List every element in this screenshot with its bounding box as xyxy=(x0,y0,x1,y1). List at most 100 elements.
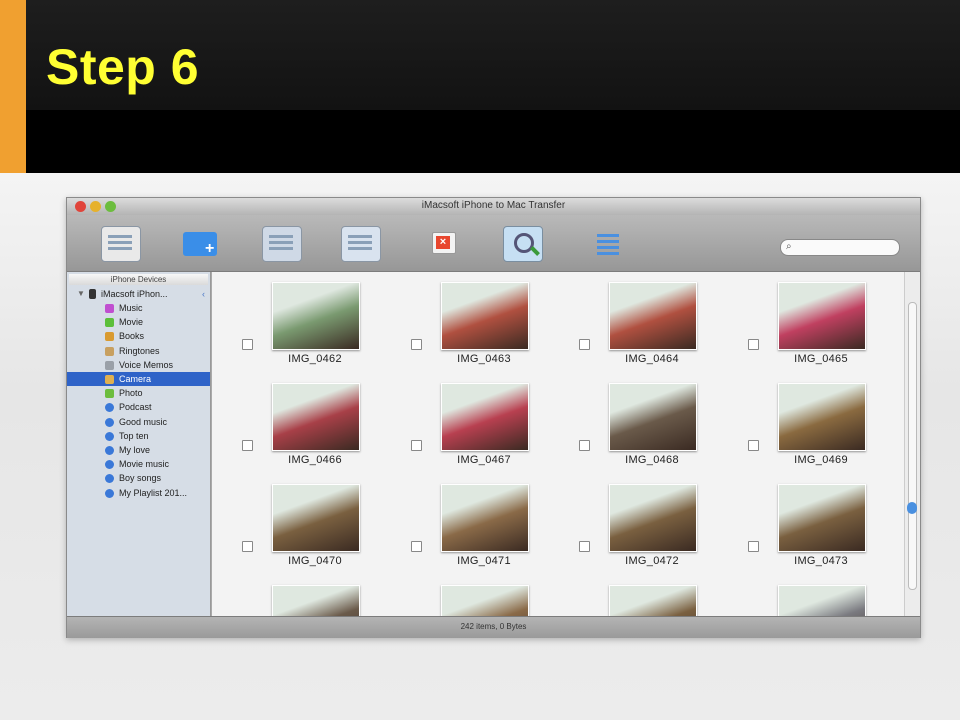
photo-item[interactable]: IMG_0469 xyxy=(748,377,868,472)
photo-item[interactable]: IMG_0467 xyxy=(411,377,531,472)
photo-checkbox[interactable] xyxy=(242,440,253,451)
photo-checkbox[interactable] xyxy=(411,440,422,451)
photo-thumbnail[interactable] xyxy=(441,484,529,552)
sidebar-item-label: Boy songs xyxy=(119,473,162,484)
photo-item[interactable]: IMG_0466 xyxy=(242,377,362,472)
photo-checkbox[interactable] xyxy=(579,440,590,451)
sidebar-item[interactable]: Camera xyxy=(67,372,210,386)
export-to-mac-icon[interactable] xyxy=(262,226,302,262)
scrollbar-thumb[interactable] xyxy=(907,502,917,514)
app-window: iMacsoft iPhone to Mac Transfer ⌕ + × iPh… xyxy=(66,197,921,638)
photo-filename: IMG_0466 xyxy=(288,454,342,466)
photo-item[interactable]: IMG_0464 xyxy=(579,276,699,371)
scrollbar[interactable] xyxy=(904,272,920,616)
photo-checkbox[interactable] xyxy=(242,541,253,552)
sidebar: iPhone Devices ▼ iMacsoft iPhon... ‹ Mus… xyxy=(67,272,211,616)
photo-item[interactable]: IMG_0465 xyxy=(748,276,868,371)
photo-filename: IMG_0473 xyxy=(794,555,848,567)
photo-item[interactable] xyxy=(579,579,699,616)
sidebar-item[interactable]: Podcast xyxy=(67,400,210,414)
photo-thumbnail[interactable] xyxy=(272,383,360,451)
photo-checkbox[interactable] xyxy=(242,339,253,350)
photo-thumbnail[interactable] xyxy=(609,383,697,451)
sidebar-item[interactable]: Boy songs xyxy=(67,471,210,485)
sidebar-item-label: Camera xyxy=(119,374,152,384)
music-icon xyxy=(105,304,114,313)
photo-item[interactable] xyxy=(748,579,868,616)
menu-list-icon[interactable] xyxy=(585,226,623,260)
voice-memos-icon xyxy=(105,360,114,370)
sidebar-item[interactable]: Photo xyxy=(67,386,210,400)
search-field[interactable]: ⌕ xyxy=(780,239,900,256)
photo-thumbnail[interactable] xyxy=(272,282,360,350)
sidebar-item-label: Photo xyxy=(119,388,143,399)
photo-checkbox[interactable] xyxy=(411,339,422,350)
photo-checkbox[interactable] xyxy=(579,339,590,350)
photo-filename: IMG_0465 xyxy=(794,353,848,365)
window-title: iMacsoft iPhone to Mac Transfer xyxy=(421,200,566,211)
photo-item[interactable]: IMG_0473 xyxy=(748,478,868,573)
photo-item[interactable] xyxy=(242,579,362,616)
photo-checkbox[interactable] xyxy=(748,541,759,552)
photo-filename: IMG_0470 xyxy=(288,555,342,567)
sidebar-item[interactable]: Movie xyxy=(67,315,210,329)
photo-filename: IMG_0472 xyxy=(625,555,679,567)
photo-thumbnail[interactable] xyxy=(441,282,529,350)
photo-thumbnail[interactable] xyxy=(778,484,866,552)
sidebar-item-label: Top ten xyxy=(119,430,149,441)
playlist-icon xyxy=(105,474,114,484)
sidebar-item[interactable]: Top ten xyxy=(67,429,210,443)
photo-thumbnail[interactable] xyxy=(272,585,360,616)
photo-filename: IMG_0462 xyxy=(288,353,342,365)
photo-thumbnail[interactable] xyxy=(609,585,697,616)
slide-header: Step 6 xyxy=(0,0,960,173)
sidebar-item-label: Books xyxy=(119,331,145,342)
sidebar-item[interactable]: My Playlist 201... xyxy=(67,486,210,500)
photo-thumbnail[interactable] xyxy=(441,383,529,451)
sidebar-device[interactable]: ▼ iMacsoft iPhon... ‹ xyxy=(67,287,210,301)
sidebar-item[interactable]: Good music xyxy=(67,415,210,429)
photo-item[interactable]: IMG_0462 xyxy=(242,276,362,371)
eject-icon[interactable]: ‹ xyxy=(202,287,205,301)
photo-item[interactable] xyxy=(411,579,531,616)
search-zoom-icon[interactable] xyxy=(503,226,543,262)
photo-item[interactable]: IMG_0468 xyxy=(579,377,699,472)
sidebar-item[interactable]: Books xyxy=(67,329,210,343)
checklist-icon[interactable] xyxy=(341,226,381,262)
sidebar-item-label: My love xyxy=(119,445,151,455)
scrollbar-track[interactable] xyxy=(908,302,917,590)
playlist-icon xyxy=(105,431,114,441)
sidebar-header: iPhone Devices xyxy=(69,274,208,285)
photo-thumbnail[interactable] xyxy=(778,282,866,350)
photo-item[interactable]: IMG_0470 xyxy=(242,478,362,573)
photo-icon xyxy=(105,389,114,399)
photo-item[interactable]: IMG_0472 xyxy=(579,478,699,573)
sidebar-item[interactable]: My love xyxy=(67,443,210,457)
photo-thumbnail[interactable] xyxy=(778,383,866,451)
disclosure-triangle-icon[interactable]: ▼ xyxy=(77,287,85,301)
window-titlebar[interactable]: iMacsoft iPhone to Mac Transfer xyxy=(67,198,920,215)
search-icon: ⌕ xyxy=(786,241,792,252)
photo-thumbnail[interactable] xyxy=(272,484,360,552)
photo-thumbnail[interactable] xyxy=(778,585,866,616)
photo-filename: IMG_0469 xyxy=(794,454,848,466)
photo-checkbox[interactable] xyxy=(748,339,759,350)
sidebar-item[interactable]: Ringtones xyxy=(67,344,210,358)
photo-checkbox[interactable] xyxy=(411,541,422,552)
photo-item[interactable]: IMG_0463 xyxy=(411,276,531,371)
sidebar-item[interactable]: Music xyxy=(67,301,210,315)
sidebar-item[interactable]: Movie music xyxy=(67,457,210,471)
photo-thumbnail[interactable] xyxy=(609,484,697,552)
photo-thumbnail[interactable] xyxy=(609,282,697,350)
import-to-iphone-icon[interactable] xyxy=(101,226,141,262)
playlist-icon xyxy=(105,417,114,427)
sidebar-item-label: Music xyxy=(119,303,143,313)
delete-icon[interactable]: × xyxy=(423,226,461,260)
add-folder-icon[interactable]: + xyxy=(181,226,219,260)
photo-checkbox[interactable] xyxy=(579,541,590,552)
photo-checkbox[interactable] xyxy=(748,440,759,451)
sidebar-item[interactable]: Voice Memos xyxy=(67,358,210,372)
iphone-icon xyxy=(89,289,96,299)
photo-item[interactable]: IMG_0471 xyxy=(411,478,531,573)
photo-thumbnail[interactable] xyxy=(441,585,529,616)
